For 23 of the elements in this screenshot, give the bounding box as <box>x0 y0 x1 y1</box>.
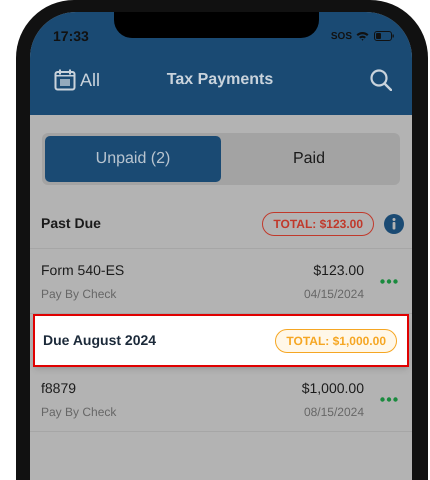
payment-method: Pay By Check <box>41 404 118 420</box>
screen-title: Tax Payments <box>166 70 274 90</box>
due-date: 04/15/2024 <box>304 286 364 302</box>
wifi-icon <box>356 31 369 41</box>
tab[interactable]: Unpaid (2) <box>45 136 221 182</box>
total-badge: TOTAL: $123.00 <box>262 212 374 236</box>
due-date: 08/15/2024 <box>304 404 364 420</box>
search-icon[interactable] <box>370 69 392 91</box>
item-amount: $1,000.00 <box>302 378 364 398</box>
carrier-text: SOS <box>330 30 352 44</box>
total-badge: TOTAL: $1,000.00 <box>275 328 397 352</box>
section-title: Due August 2024 <box>43 331 158 350</box>
filter-button[interactable]: All <box>54 66 100 94</box>
item-amount: $123.00 <box>313 260 364 280</box>
calendar-icon <box>54 69 76 91</box>
info-icon[interactable] <box>384 214 404 234</box>
payment-method: Pay By Check <box>41 286 118 302</box>
tab[interactable]: Paid <box>221 136 397 182</box>
item-name: Form 540-ES <box>41 260 126 280</box>
battery-icon <box>374 31 394 41</box>
section-title: Past Due <box>41 214 102 233</box>
status-time: 17:33 <box>53 26 89 46</box>
item-name: f8879 <box>41 378 78 398</box>
